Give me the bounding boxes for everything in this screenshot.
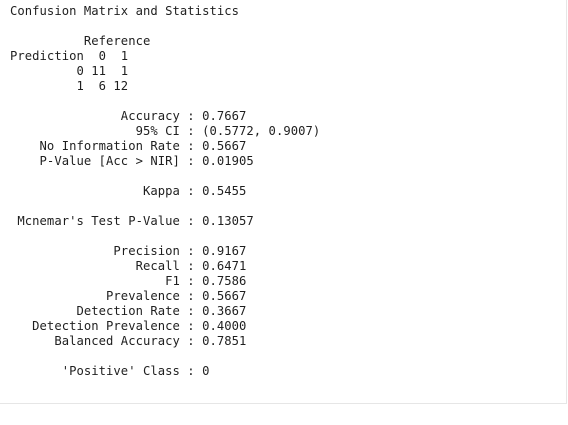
console-output-panel: Confusion Matrix and Statistics Referenc… [0,0,567,404]
stat-detection-rate: Detection Rate : 0.3667 [10,304,247,318]
stat-prevalence: Prevalence : 0.5667 [10,289,247,303]
stat-precision: Precision : 0.9167 [10,244,247,258]
stat-accuracy: Accuracy : 0.7667 [10,109,247,123]
stat-95-ci: 95% CI : (0.5772, 0.9007) [10,124,321,138]
stat-mcnemar-p-value: Mcnemar's Test P-Value : 0.13057 [10,214,254,228]
stat-recall: Recall : 0.6471 [10,259,247,273]
matrix-row-0: 0 11 1 [10,64,129,78]
stat-positive-class: 'Positive' Class : 0 [10,364,210,378]
stat-detection-prevalence: Detection Prevalence : 0.4000 [10,319,247,333]
confusion-matrix-output: Confusion Matrix and Statistics Referenc… [10,4,320,379]
output-title: Confusion Matrix and Statistics [10,4,240,18]
stat-balanced-accuracy: Balanced Accuracy : 0.7851 [10,334,247,348]
stat-p-value-acc-nir: P-Value [Acc > NIR] : 0.01905 [10,154,254,168]
matrix-reference-header: Reference [10,34,151,48]
matrix-prediction-header: Prediction 0 1 [10,49,129,63]
stat-kappa: Kappa : 0.5455 [10,184,247,198]
stat-f1: F1 : 0.7586 [10,274,247,288]
matrix-row-1: 1 6 12 [10,79,129,93]
stat-no-information-rate: No Information Rate : 0.5667 [10,139,247,153]
